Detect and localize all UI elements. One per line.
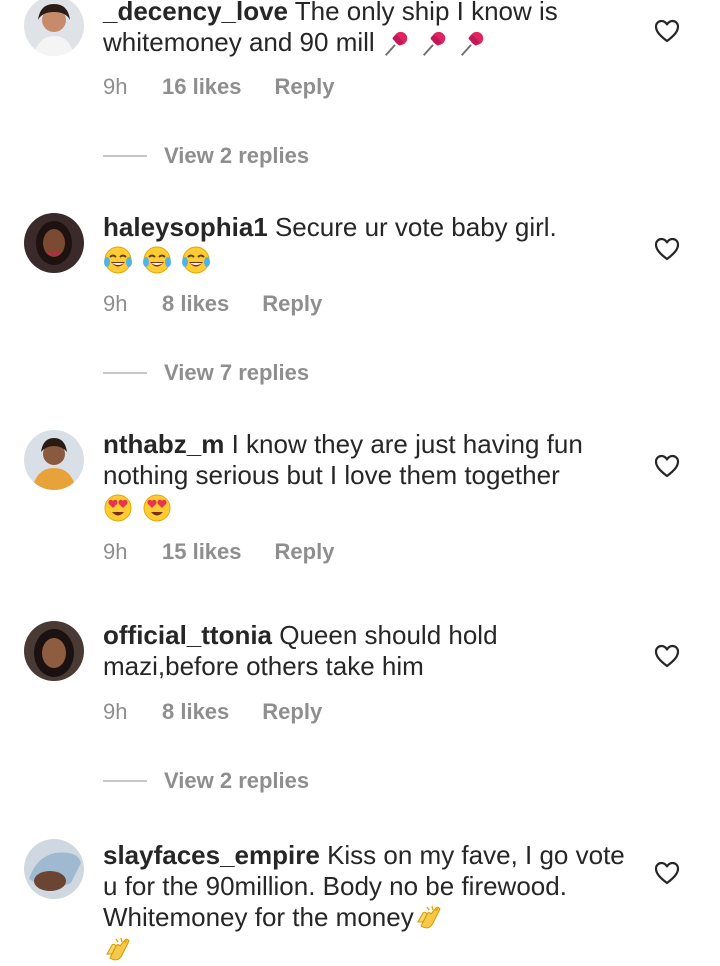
comment-text: haleysophia1 Secure ur vote baby girl. bbox=[103, 212, 633, 275]
heart-eyes-emoji bbox=[103, 493, 133, 523]
replies-divider bbox=[103, 372, 147, 374]
comment-likes[interactable]: 8 likes bbox=[162, 699, 229, 725]
comment-meta: 9h 8 likes Reply bbox=[103, 699, 322, 725]
comment-meta: 9h 8 likes Reply bbox=[103, 291, 322, 317]
comment-username[interactable]: nthabz_m bbox=[103, 429, 224, 459]
tears-of-joy-emoji bbox=[181, 245, 211, 275]
reply-button[interactable]: Reply bbox=[275, 74, 335, 100]
like-heart-icon[interactable] bbox=[654, 454, 680, 478]
pushpin-emoji bbox=[458, 30, 486, 58]
replies-divider bbox=[103, 155, 147, 157]
like-heart-icon[interactable] bbox=[654, 19, 680, 43]
comment-text: official_ttonia Queen should hold mazi,b… bbox=[103, 620, 633, 682]
avatar[interactable] bbox=[24, 839, 84, 899]
comment-text: _decency_love The only ship I know is wh… bbox=[103, 0, 633, 58]
tears-of-joy-emoji bbox=[103, 245, 133, 275]
view-replies-button[interactable]: View 2 replies bbox=[103, 768, 309, 794]
comment-meta: 9h 15 likes Reply bbox=[103, 539, 334, 565]
comment-time: 9h bbox=[103, 74, 128, 99]
avatar[interactable] bbox=[24, 621, 84, 681]
comment-time: 9h bbox=[103, 699, 128, 724]
pushpin-emoji bbox=[382, 30, 410, 58]
comment-likes[interactable]: 15 likes bbox=[162, 539, 242, 565]
comment-username[interactable]: _decency_love bbox=[103, 0, 288, 26]
comment-meta: 9h 16 likes Reply bbox=[103, 74, 334, 100]
view-replies-label[interactable]: View 2 replies bbox=[164, 143, 309, 169]
replies-divider bbox=[103, 780, 147, 782]
avatar[interactable] bbox=[24, 430, 84, 490]
reply-button[interactable]: Reply bbox=[262, 699, 322, 725]
like-heart-icon[interactable] bbox=[654, 237, 680, 261]
view-replies-button[interactable]: View 7 replies bbox=[103, 360, 309, 386]
comment-text: slayfaces_empire Kiss on my fave, I go v… bbox=[103, 840, 633, 966]
heart-eyes-emoji bbox=[142, 493, 172, 523]
pushpin-emoji bbox=[420, 30, 448, 58]
like-heart-icon[interactable] bbox=[654, 861, 680, 885]
comment-time: 9h bbox=[103, 291, 128, 316]
like-heart-icon[interactable] bbox=[654, 644, 680, 668]
comment-username[interactable]: official_ttonia bbox=[103, 620, 272, 650]
comment-username[interactable]: slayfaces_empire bbox=[103, 840, 320, 870]
clapping-hands-emoji bbox=[414, 904, 444, 934]
comment-text: nthabz_m I know they are just having fun… bbox=[103, 429, 633, 523]
comment-likes[interactable]: 16 likes bbox=[162, 74, 242, 100]
view-replies-button[interactable]: View 2 replies bbox=[103, 143, 309, 169]
comment-likes[interactable]: 8 likes bbox=[162, 291, 229, 317]
view-replies-label[interactable]: View 7 replies bbox=[164, 360, 309, 386]
comment-time: 9h bbox=[103, 539, 128, 564]
reply-button[interactable]: Reply bbox=[262, 291, 322, 317]
clapping-hands-emoji bbox=[103, 936, 133, 966]
comment-username[interactable]: haleysophia1 bbox=[103, 212, 268, 242]
view-replies-label[interactable]: View 2 replies bbox=[164, 768, 309, 794]
avatar[interactable] bbox=[24, 213, 84, 273]
tears-of-joy-emoji bbox=[142, 245, 172, 275]
reply-button[interactable]: Reply bbox=[275, 539, 335, 565]
comment-body: Secure ur vote baby girl. bbox=[274, 212, 557, 242]
avatar[interactable] bbox=[24, 0, 84, 56]
